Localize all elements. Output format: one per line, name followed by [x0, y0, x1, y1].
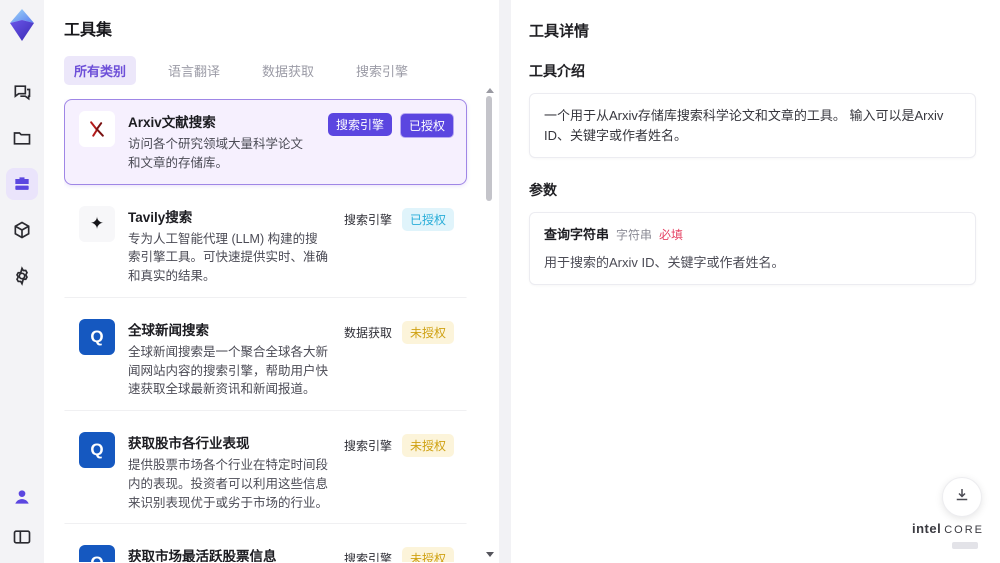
sidebar-item-files[interactable]	[6, 122, 38, 154]
tool-name: Tavily搜索	[128, 209, 193, 225]
tab-data-fetch[interactable]: 数据获取	[252, 56, 324, 85]
download-icon	[953, 486, 971, 509]
status-badge: 未授权	[401, 320, 454, 344]
details-title: 工具详情	[529, 23, 590, 40]
tab-all-categories[interactable]: 所有类别	[64, 56, 137, 85]
left-rail	[0, 0, 44, 563]
sidebar-item-toolbox[interactable]	[6, 168, 38, 200]
tools-panel: 工具集 所有类别 语言翻译 数据获取 搜索引擎 Arxiv文献搜索 访问各个研究…	[44, 0, 499, 563]
tool-card-arxiv[interactable]: Arxiv文献搜索 访问各个研究领域大量科学论文和文章的存储库。 搜索引擎 已授…	[64, 99, 467, 185]
intro-heading: 工具介绍	[529, 63, 585, 79]
tool-card-tavily[interactable]: ✦ Tavily搜索 专为人工智能代理 (LLM) 构建的搜索引擎工具。可快速提…	[64, 193, 467, 298]
tool-description: 全球新闻搜索是一个聚合全球各大新闻网站内容的搜索引擎，帮助用户快速获取全球最新资…	[128, 344, 329, 397]
arxiv-logo-icon	[79, 111, 115, 147]
tool-description: 访问各个研究领域大量科学论文和文章的存储库。	[128, 137, 304, 170]
tool-details-panel: 工具详情 工具介绍 一个用于从Arxiv存储库搜索科学论文和文章的工具。 输入可…	[511, 0, 1000, 563]
list-scrollbar[interactable]	[485, 88, 494, 557]
category-badge: 搜索引擎	[343, 552, 392, 562]
sidebar-item-chat[interactable]	[6, 76, 38, 108]
intel-sub-badge	[951, 542, 978, 549]
sidebar-item-settings[interactable]	[6, 260, 38, 292]
intel-wordmark: intel	[911, 521, 942, 536]
tool-intro-text: 一个用于从Arxiv存储库搜索科学论文和文章的工具。 输入可以是Arxiv ID…	[544, 108, 944, 143]
category-badge: 数据获取	[343, 325, 392, 340]
status-badge: 未授权	[401, 547, 454, 562]
news-logo-icon: Q	[79, 318, 115, 355]
intel-core-logo: intel CORE	[912, 521, 984, 553]
tool-intro-box: 一个用于从Arxiv存储库搜索科学论文和文章的工具。 输入可以是Arxiv ID…	[529, 93, 976, 158]
sidebar-item-models[interactable]	[6, 214, 38, 246]
panel-toggle-icon	[12, 527, 32, 547]
scroll-up-icon[interactable]	[486, 88, 494, 93]
tool-name: 获取市场最活跃股票信息	[128, 549, 277, 562]
sparkle-icon: ✦	[79, 205, 115, 242]
params-heading: 参数	[529, 182, 557, 198]
status-badge: 已授权	[401, 207, 454, 231]
app-logo	[7, 8, 37, 42]
sidebar-item-collapse[interactable]	[6, 521, 38, 553]
category-badge: 搜索引擎	[343, 212, 392, 227]
app-window: 工具集 所有类别 语言翻译 数据获取 搜索引擎 Arxiv文献搜索 访问各个研究…	[0, 0, 1000, 563]
user-icon	[12, 487, 32, 507]
cube-icon	[12, 220, 32, 240]
scroll-down-icon[interactable]	[486, 552, 494, 557]
tool-name: 全球新闻搜索	[128, 322, 209, 338]
gear-icon	[12, 266, 32, 286]
status-badge: 已授权	[399, 113, 454, 138]
param-description: 用于搜索的Arxiv ID、关键字或作者姓名。	[544, 254, 785, 270]
status-badge: 未授权	[401, 434, 454, 457]
param-name: 查询字符串	[544, 227, 610, 242]
category-badge: 搜索引擎	[327, 113, 392, 136]
panel-divider	[499, 0, 511, 563]
tool-name: 获取股市各行业表现	[128, 436, 250, 451]
tool-list: Arxiv文献搜索 访问各个研究领域大量科学论文和文章的存储库。 搜索引擎 已授…	[64, 99, 477, 562]
tool-description: 专为人工智能代理 (LLM) 构建的搜索引擎工具。可快速提供实时、准确和真实的结…	[128, 231, 329, 284]
tab-search-engine[interactable]: 搜索引擎	[346, 56, 418, 85]
scrollbar-thumb[interactable]	[486, 96, 492, 201]
parameter-box: 查询字符串 字符串 必填 用于搜索的Arxiv ID、关键字或作者姓名。	[529, 212, 976, 285]
category-tabs: 所有类别 语言翻译 数据获取 搜索引擎	[64, 56, 477, 85]
tool-description: 提供股票市场各个行业在特定时间段内的表现。投资者可以利用这些信息来识别表现优于或…	[128, 458, 329, 510]
param-type: 字符串	[616, 228, 653, 242]
download-button[interactable]	[942, 477, 982, 517]
news-logo-icon: Q	[79, 545, 115, 562]
sidebar-item-account[interactable]	[6, 481, 38, 513]
tab-language-translation[interactable]: 语言翻译	[158, 56, 230, 85]
folder-icon	[12, 128, 32, 148]
news-logo-icon: Q	[79, 432, 115, 468]
toolbox-icon	[12, 174, 32, 194]
page-title: 工具集	[64, 22, 113, 39]
chat-icon	[12, 82, 32, 102]
tool-card-active-stocks[interactable]: Q 获取市场最活跃股票信息 提供当天交易量最高的股票列表，投资者可以利用这些信息…	[64, 533, 467, 562]
category-badge: 搜索引擎	[343, 439, 392, 453]
tool-name: Arxiv文献搜索	[128, 115, 216, 130]
core-wordmark: CORE	[944, 524, 984, 536]
param-required-badge: 必填	[659, 228, 684, 242]
tool-card-sector-performance[interactable]: Q 获取股市各行业表现 提供股票市场各个行业在特定时间段内的表现。投资者可以利用…	[64, 420, 467, 525]
tool-card-global-news[interactable]: Q 全球新闻搜索 全球新闻搜索是一个聚合全球各大新闻网站内容的搜索引擎，帮助用户…	[64, 306, 467, 411]
